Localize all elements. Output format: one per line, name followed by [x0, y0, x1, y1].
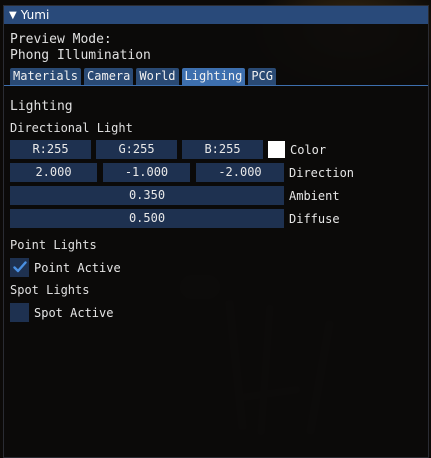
- point-active-checkbox[interactable]: [10, 258, 29, 277]
- direction-x-field[interactable]: 2.000: [10, 163, 97, 182]
- diffuse-slider[interactable]: 0.500: [10, 209, 284, 228]
- tab-lighting[interactable]: Lighting: [181, 68, 246, 85]
- diffuse-row: 0.500 Diffuse: [10, 209, 422, 228]
- direction-label: Direction: [289, 165, 355, 180]
- tab-underline: [4, 85, 428, 86]
- direction-z-field[interactable]: -2.000: [196, 163, 284, 182]
- yumi-window: ▼ Yumi Preview Mode: Phong Illumination …: [3, 5, 429, 458]
- check-mark-icon: [13, 261, 27, 273]
- spot-lights-title: Spot Lights: [10, 283, 90, 297]
- point-active-label: Point Active: [34, 260, 121, 275]
- preview-mode-label: Preview Mode:: [10, 32, 112, 47]
- direction-row: 2.000 -1.000 -2.000 Direction: [10, 163, 422, 182]
- lighting-section-title: Lighting: [10, 99, 73, 114]
- direction-y-field[interactable]: -1.000: [103, 163, 190, 182]
- window-content: Preview Mode: Phong Illumination Materia…: [4, 24, 428, 322]
- preview-mode-value: Phong Illumination: [10, 48, 151, 63]
- ambient-row: 0.350 Ambient: [10, 186, 422, 205]
- spot-active-row: Spot Active: [10, 303, 422, 322]
- color-r-field[interactable]: R:255: [10, 140, 91, 159]
- color-label: Color: [290, 142, 327, 157]
- tab-materials[interactable]: Materials: [10, 68, 82, 85]
- tab-camera[interactable]: Camera: [84, 68, 134, 85]
- tab-bar: Materials Camera World Lighting PCG: [10, 68, 422, 85]
- color-swatch[interactable]: [268, 141, 285, 158]
- directional-light-title: Directional Light: [10, 121, 133, 135]
- tab-world[interactable]: World: [136, 68, 179, 85]
- tab-pcg[interactable]: PCG: [248, 68, 276, 85]
- point-active-row: Point Active: [10, 258, 422, 277]
- spot-active-label: Spot Active: [34, 305, 114, 320]
- color-row: R:255 G:255 B:255 Color: [10, 140, 422, 159]
- window-title: Yumi: [20, 8, 50, 22]
- color-g-field[interactable]: G:255: [96, 140, 177, 159]
- point-lights-title: Point Lights: [10, 238, 97, 252]
- collapse-arrow-icon[interactable]: ▼: [9, 10, 17, 21]
- ambient-label: Ambient: [289, 188, 340, 203]
- ambient-slider[interactable]: 0.350: [10, 186, 284, 205]
- spot-active-checkbox[interactable]: [10, 303, 29, 322]
- window-title-bar[interactable]: ▼ Yumi: [4, 6, 428, 24]
- diffuse-label: Diffuse: [289, 211, 340, 226]
- color-b-field[interactable]: B:255: [182, 140, 263, 159]
